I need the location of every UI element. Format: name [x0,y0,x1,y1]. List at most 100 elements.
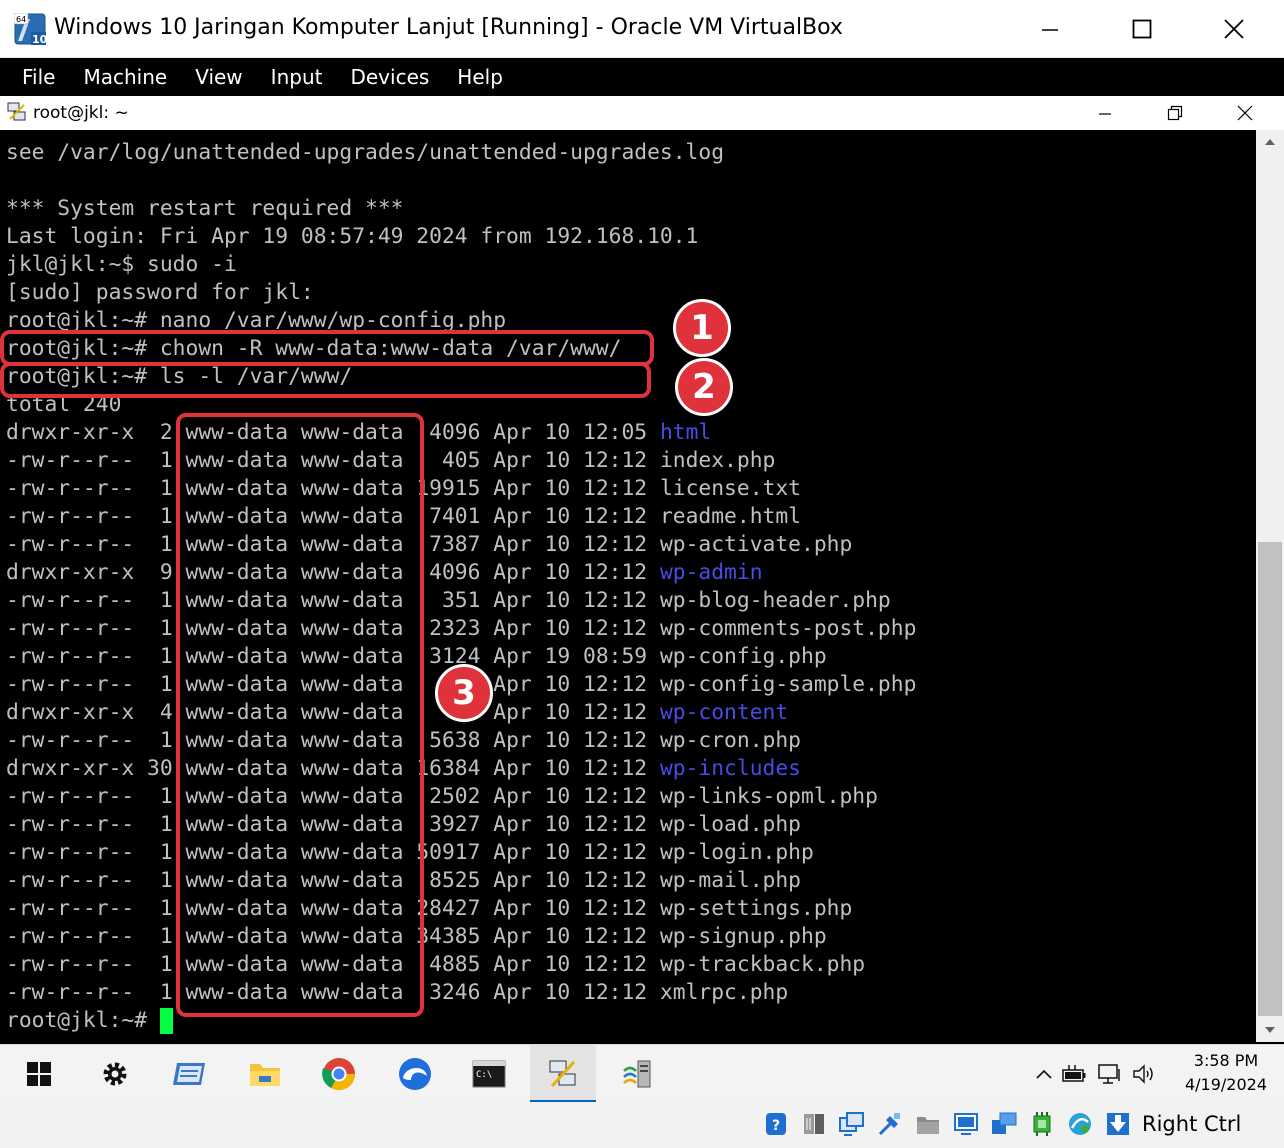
file-permissions: -rw-r--r-- [6,588,135,613]
file-name: wp-cron.php [659,728,801,753]
file-links: 1 [134,980,173,1005]
volume-icon[interactable] [1128,1064,1160,1084]
terminal-scrollbar[interactable] [1256,130,1284,1042]
file-links: 1 [134,924,173,949]
close-icon [1237,105,1253,121]
hard-disk-status-icon[interactable]: ? [760,1108,792,1140]
file-permissions: -rw-r--r-- [6,952,135,977]
display-status-icon[interactable] [836,1108,868,1140]
cpu-status-icon[interactable] [1026,1108,1058,1140]
clock-time: 3:58 PM [1193,1051,1259,1070]
file-date: Apr 10 12:12 [480,952,648,977]
file-permissions: drwxr-xr-x [6,420,135,445]
shell-prompt: root@jkl:~# [6,1008,160,1033]
network-adapter-status-icon[interactable] [1064,1108,1096,1140]
file-links: 1 [134,532,173,557]
putty-icon [549,1060,576,1088]
menu-help[interactable]: Help [443,58,517,96]
close-button[interactable] [1188,0,1280,58]
taskbar-network-tool[interactable] [606,1045,672,1103]
file-permissions: drwxr-xr-x [6,700,135,725]
file-name: wp-blog-header.php [659,588,891,613]
putty-restore-button[interactable] [1140,96,1210,130]
menu-machine[interactable]: Machine [69,58,181,96]
taskbar-settings[interactable] [82,1045,148,1103]
taskbar-file-explorer[interactable] [232,1045,298,1103]
file-date: Apr 10 12:12 [480,812,648,837]
taskbar-chrome[interactable] [306,1045,372,1103]
video-capture-status-icon[interactable] [988,1108,1020,1140]
file-links: 1 [134,588,173,613]
file-name: wp-config-sample.php [659,672,917,697]
minimize-button[interactable] [1004,0,1096,58]
taskbar-edge[interactable] [382,1045,448,1103]
taskbar-clock[interactable]: 3:58 PM 4/19/2024 [1176,1049,1276,1097]
file-permissions: -rw-r--r-- [6,812,135,837]
vbox-titlebar: 64 10 Windows 10 Jaringan Komputer Lanju… [0,0,1284,58]
annotation-box-ls [0,362,651,398]
file-permissions: -rw-r--r-- [6,840,135,865]
directory-name: wp-admin [659,560,763,585]
scroll-thumb[interactable] [1258,542,1282,1016]
file-permissions: -rw-r--r-- [6,644,135,669]
vbox-statusbar: ? Right Ctrl [0,1102,1284,1148]
usb-status-icon[interactable] [874,1108,906,1140]
file-date: Apr 10 12:12 [480,616,648,641]
start-button[interactable] [6,1045,72,1103]
file-permissions: -rw-r--r-- [6,896,135,921]
file-permissions: -rw-r--r-- [6,784,135,809]
clock-date: 4/19/2024 [1184,1075,1268,1094]
taskbar-command-prompt[interactable]: C:\ [456,1045,522,1103]
taskbar-putty[interactable] [530,1045,596,1103]
listing-row: -rw-r--r-- 1 www-data www-data 351 Apr 1… [6,587,891,615]
mail-icon [173,1063,205,1085]
file-name: wp-activate.php [659,532,853,557]
shared-folders-status-icon[interactable] [912,1108,944,1140]
putty-titlebar: root@jkl: ~ [0,96,1284,130]
terminal-line: jkl@jkl:~$ sudo -i [6,252,237,277]
putty-minimize-button[interactable] [1070,96,1140,130]
terminal-line: [sudo] password for jkl: [6,280,314,305]
file-name: wp-load.php [659,812,801,837]
network-icon[interactable] [1092,1063,1128,1085]
terminal-line: Last login: Fri Apr 19 08:57:49 2024 fro… [6,224,699,249]
file-links: 2 [134,420,173,445]
screen-capture-status-icon[interactable] [950,1108,982,1140]
menu-devices[interactable]: Devices [336,58,443,96]
mouse-integration-status-icon[interactable] [1102,1108,1134,1140]
file-name: wp-config.php [659,644,827,669]
file-permissions: -rw-r--r-- [6,532,135,557]
menu-file[interactable]: File [0,58,69,96]
file-links: 1 [134,868,173,893]
file-permissions: -rw-r--r-- [6,504,135,529]
battery-power-icon[interactable] [1056,1064,1092,1084]
svg-text:10: 10 [32,33,46,45]
file-name: wp-comments-post.php [659,616,917,641]
file-date: Apr 10 12:12 [480,504,648,529]
putty-close-button[interactable] [1210,96,1280,130]
file-links: 1 [134,644,173,669]
optical-drive-status-icon[interactable] [798,1108,830,1140]
file-name: xmlrpc.php [659,980,789,1005]
file-permissions: drwxr-xr-x [6,756,135,781]
start-icon [27,1062,51,1086]
tray-chevron-up-icon[interactable] [1032,1068,1056,1080]
file-links: 1 [134,476,173,501]
taskbar-mail[interactable] [156,1045,222,1103]
scroll-down-arrow-icon[interactable] [1256,1018,1284,1042]
scroll-up-arrow-icon[interactable] [1256,130,1284,154]
menu-input[interactable]: Input [257,58,337,96]
menu-view[interactable]: View [181,58,256,96]
maximize-button[interactable] [1096,0,1188,58]
annotation-box-owner-group [176,413,424,1017]
putty-title: root@jkl: ~ [33,103,129,123]
vbox-menubar: File Machine View Input Devices Help [0,58,1284,96]
